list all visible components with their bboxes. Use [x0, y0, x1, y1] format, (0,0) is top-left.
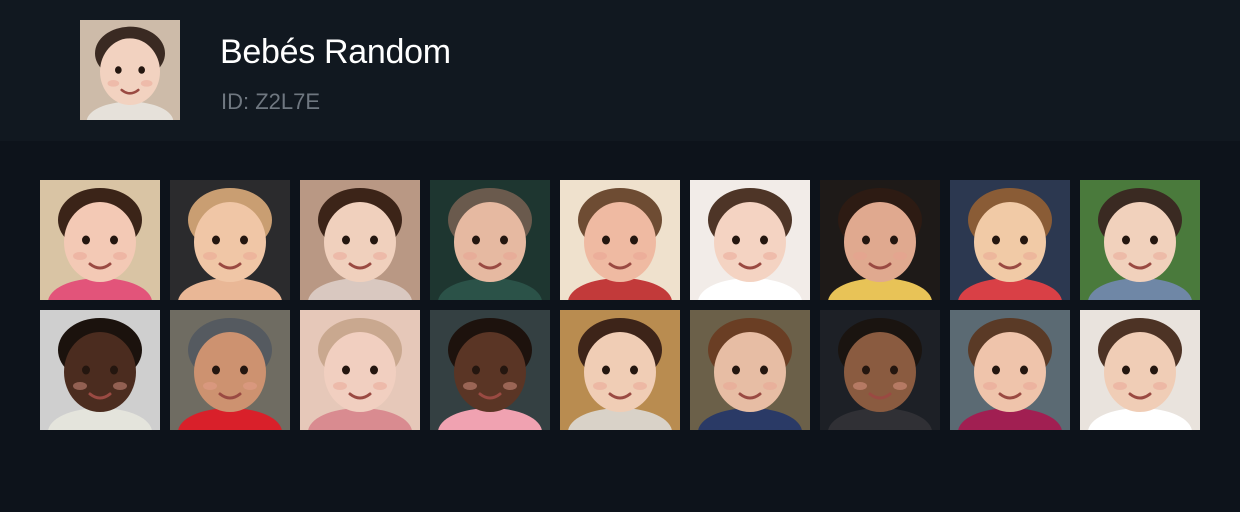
channel-title: Bebés Random: [220, 33, 451, 71]
baby-photo-icon: [430, 310, 550, 430]
baby-photo-icon: [40, 310, 160, 430]
photo-tile[interactable]: [1080, 180, 1200, 300]
photo-grid: [40, 180, 1200, 430]
photo-tile[interactable]: [560, 180, 680, 300]
photo-tile[interactable]: [560, 310, 680, 430]
photo-tile[interactable]: [300, 180, 420, 300]
photo-tile[interactable]: [300, 310, 420, 430]
baby-photo-icon: [430, 180, 550, 300]
baby-photo-icon: [560, 310, 680, 430]
photo-tile[interactable]: [430, 310, 550, 430]
baby-photo-icon: [80, 20, 180, 120]
photo-tile[interactable]: [950, 310, 1070, 430]
baby-photo-icon: [1080, 310, 1200, 430]
baby-photo-icon: [690, 310, 810, 430]
photo-tile[interactable]: [170, 180, 290, 300]
photo-tile[interactable]: [950, 180, 1070, 300]
baby-photo-icon: [1080, 180, 1200, 300]
baby-photo-icon: [820, 310, 940, 430]
baby-photo-icon: [300, 180, 420, 300]
baby-photo-icon: [300, 310, 420, 430]
baby-photo-icon: [950, 180, 1070, 300]
channel-id: ID: Z2L7E: [221, 89, 321, 114]
photo-tile[interactable]: [40, 310, 160, 430]
photo-tile[interactable]: [820, 180, 940, 300]
photo-tile[interactable]: [170, 310, 290, 430]
baby-photo-icon: [820, 180, 940, 300]
baby-photo-icon: [950, 310, 1070, 430]
photo-tile[interactable]: [690, 310, 810, 430]
channel-header: Bebés Random ID: Z2L7E: [0, 0, 1240, 141]
photo-tile[interactable]: [820, 310, 940, 430]
baby-photo-icon: [170, 180, 290, 300]
channel-avatar[interactable]: [80, 20, 180, 120]
photo-tile[interactable]: [430, 180, 550, 300]
photo-tile[interactable]: [690, 180, 810, 300]
baby-photo-icon: [560, 180, 680, 300]
baby-photo-icon: [40, 180, 160, 300]
baby-photo-icon: [170, 310, 290, 430]
photo-tile[interactable]: [1080, 310, 1200, 430]
photo-tile[interactable]: [40, 180, 160, 300]
baby-photo-icon: [690, 180, 810, 300]
